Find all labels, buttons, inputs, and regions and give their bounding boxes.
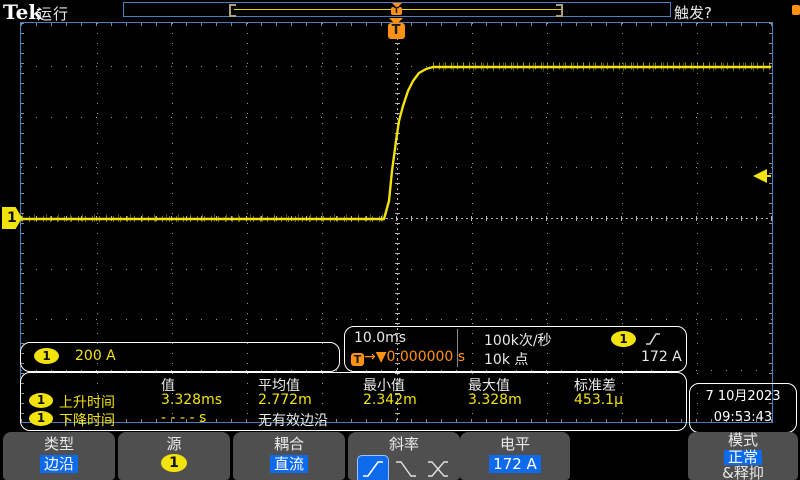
channel1-badge: 1: [29, 393, 53, 408]
measurement-value: - - - - s: [161, 410, 206, 426]
window-bracket-right[interactable]: [556, 4, 563, 17]
menu-value-selected: 直流: [270, 455, 308, 473]
trigger-delay-value: 0.000000 s: [387, 349, 466, 365]
measurement-row-rise-time: 1 上升时间 3.328ms 2.772m 2.342m 3.328m 453.…: [21, 392, 686, 410]
measurement-max: 3.328m: [468, 392, 522, 408]
measurement-row-fall-time: 1 下降时间 - - - - s 无有效边沿: [21, 410, 686, 428]
menu-label: 类型: [3, 436, 115, 453]
oscilloscope-screen: Tek 运行 T 触发?: [0, 0, 800, 480]
record-length: 10k 点: [484, 349, 528, 369]
menu-value-selected: 172 A: [489, 455, 541, 473]
channel1-scale: 200 A: [75, 348, 116, 364]
measurement-label: 上升时间: [59, 392, 115, 412]
trigger-position-flag-icon[interactable]: T: [390, 3, 403, 15]
measurement-header-row: 值 平均值 最小值 最大值 标准差: [21, 375, 686, 393]
menu-label: 电平: [460, 436, 570, 453]
datetime-readout: 7 10月2023 09:53:43: [689, 383, 797, 433]
measurement-stddev: 453.1µ: [574, 392, 623, 408]
channel1-readout[interactable]: 1 200 A: [20, 342, 340, 372]
menu-value-extra: &释抑: [688, 466, 798, 480]
menu-value-selected: 边沿: [40, 455, 78, 473]
channel1-badge: 1: [34, 348, 59, 364]
screen-edge-marker-icon: [792, 5, 800, 15]
horizontal-scale: 10.0ms: [354, 330, 406, 346]
falling-edge-icon[interactable]: [394, 459, 420, 479]
trigger-t-icon: T: [391, 7, 402, 15]
measurement-mean: 2.772m: [258, 392, 312, 408]
measurement-value: 3.328ms: [161, 392, 222, 408]
slope-options: [348, 455, 460, 480]
channel1-badge: 1: [161, 454, 187, 472]
measurement-note: 无有效边沿: [258, 410, 328, 430]
channel1-ground-marker[interactable]: 1: [2, 207, 22, 229]
window-bracket-left[interactable]: [229, 4, 236, 17]
triangle-down-icon: ▼: [376, 349, 387, 365]
trigger-delay-readout: T→▼0.000000 s: [351, 349, 465, 366]
measurement-min: 2.342m: [363, 392, 417, 408]
menu-button-source[interactable]: 源 1: [118, 432, 230, 480]
trigger-status-label: 触发?: [674, 2, 712, 23]
channel1-badge: 1: [29, 411, 53, 426]
horizontal-trigger-readout: 10.0ms T→▼0.000000 s 100k次/秒 10k 点 1 172…: [344, 326, 687, 372]
measurement-label: 下降时间: [59, 410, 115, 430]
rising-edge-icon[interactable]: [357, 455, 389, 480]
menu-button-type[interactable]: 类型 边沿: [3, 432, 115, 480]
trigger-position-marker[interactable]: T: [387, 18, 405, 39]
menu-label: 斜率: [348, 436, 460, 453]
record-view-bar[interactable]: T: [123, 2, 671, 17]
menu-button-level[interactable]: 电平 172 A: [460, 432, 570, 480]
arrow-right-icon: →: [364, 349, 376, 365]
rising-edge-icon: [645, 331, 661, 347]
trigger-level-readout: 172 A: [641, 349, 682, 365]
menu-value-selected: 正常: [724, 450, 762, 465]
acquisition-status: 运行: [37, 3, 69, 24]
soft-menu-bar: 类型 边沿 源 1 耦合 直流 斜率: [0, 432, 800, 480]
either-edge-icon[interactable]: [425, 459, 451, 479]
trigger-t-icon: T: [388, 23, 405, 39]
sample-rate: 100k次/秒: [484, 330, 552, 350]
time-label: 09:53:43: [690, 407, 796, 428]
menu-label: 模式: [688, 433, 798, 448]
menu-button-mode[interactable]: 模式 正常 &释抑: [688, 432, 798, 480]
trigger-t-icon: T: [351, 353, 364, 366]
measurement-table: 值 平均值 最小值 最大值 标准差 1 上升时间 3.328ms 2.772m …: [20, 372, 687, 431]
menu-label: 源: [118, 436, 230, 453]
menu-label: 耦合: [233, 436, 345, 453]
date-label: 7 10月2023: [690, 386, 796, 407]
menu-button-coupling[interactable]: 耦合 直流: [233, 432, 345, 480]
trigger-source-badge: 1: [611, 331, 636, 347]
menu-button-slope[interactable]: 斜率: [348, 432, 460, 480]
